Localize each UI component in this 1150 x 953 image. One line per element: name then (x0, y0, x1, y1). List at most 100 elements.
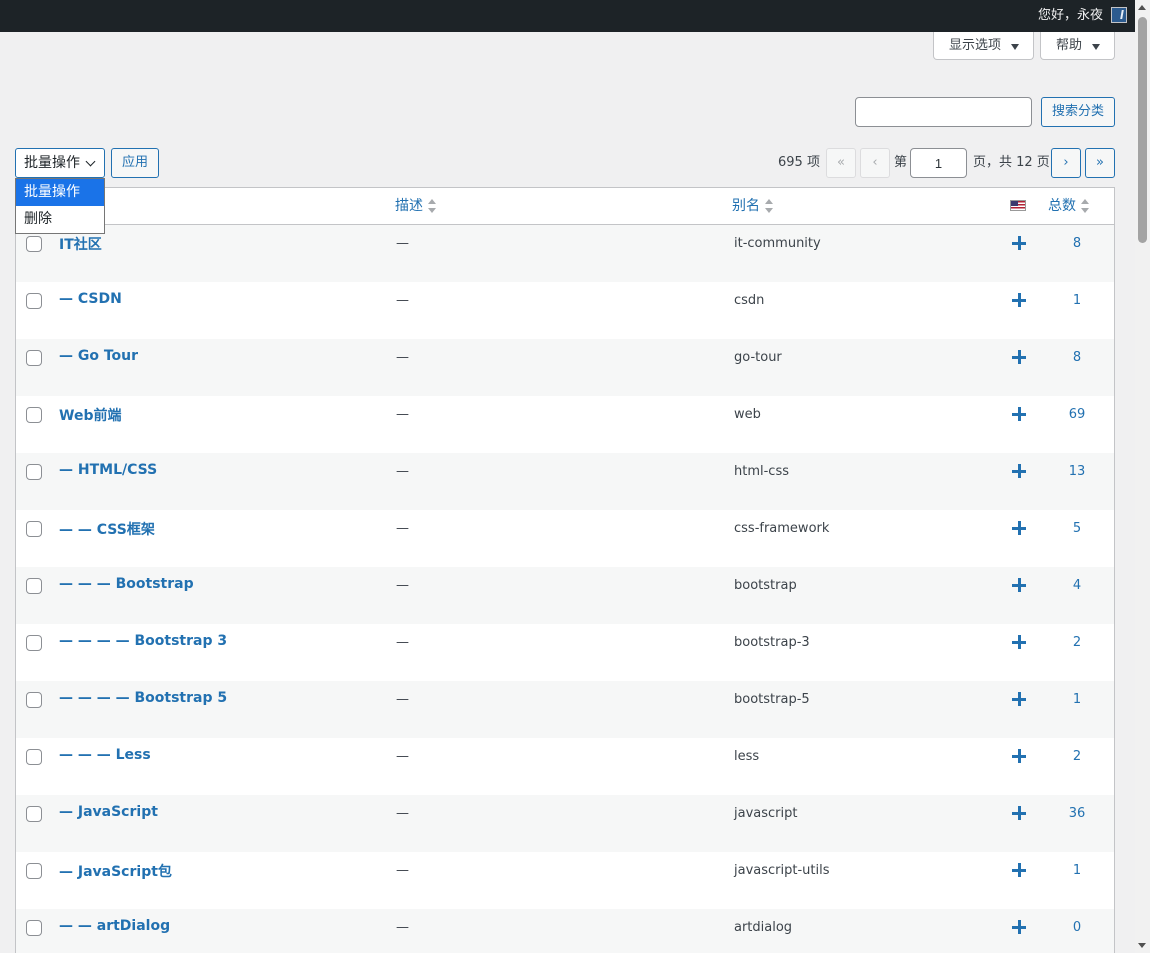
add-translation-icon[interactable] (1012, 293, 1026, 307)
table-row: — — artDialog — artdialog 0 (16, 909, 1114, 953)
category-name-link[interactable]: — — — Less (59, 747, 151, 763)
category-count-link[interactable]: 2 (1036, 749, 1114, 764)
scroll-up-arrow-icon[interactable] (1138, 5, 1146, 10)
column-description-label: 描述 (395, 198, 423, 214)
current-page-input[interactable] (910, 148, 967, 178)
help-button[interactable]: 帮助 (1040, 32, 1115, 60)
items-count: 695 项 (778, 155, 820, 170)
sort-arrows-icon (427, 199, 437, 213)
add-translation-icon[interactable] (1012, 407, 1026, 421)
row-checkbox[interactable] (26, 806, 42, 822)
table-header: 描述 别名 总数 (16, 188, 1114, 225)
table-row: — — — — Bootstrap 5 — bootstrap-5 1 (16, 681, 1114, 738)
row-checkbox[interactable] (26, 749, 42, 765)
category-slug: html-css (734, 464, 789, 479)
add-translation-icon[interactable] (1012, 863, 1026, 877)
category-name-link[interactable]: — HTML/CSS (59, 462, 157, 478)
apply-button[interactable]: 应用 (111, 148, 159, 178)
category-count-link[interactable]: 8 (1036, 236, 1114, 251)
category-count-link[interactable]: 5 (1036, 521, 1114, 536)
category-name-link[interactable]: — — — — Bootstrap 3 (59, 633, 227, 649)
category-slug: bootstrap-3 (734, 635, 810, 650)
row-checkbox[interactable] (26, 692, 42, 708)
category-count-link[interactable]: 1 (1036, 863, 1114, 878)
category-description: — (396, 749, 409, 764)
add-translation-icon[interactable] (1012, 350, 1026, 364)
category-description: — (396, 920, 409, 935)
add-translation-icon[interactable] (1012, 806, 1026, 820)
bulk-action-select[interactable]: 批量操作 (15, 148, 105, 178)
category-count-link[interactable]: 36 (1036, 806, 1114, 821)
category-slug: bootstrap (734, 578, 797, 593)
user-avatar-icon[interactable] (1111, 7, 1127, 23)
table-row: — JavaScript包 — javascript-utils 1 (16, 852, 1114, 909)
search-categories-button[interactable]: 搜索分类 (1041, 97, 1115, 127)
bulk-action-selected: 批量操作 (24, 155, 80, 171)
bulk-option-bulk-actions[interactable]: 批量操作 (16, 179, 104, 206)
next-page-button[interactable]: › (1051, 148, 1081, 178)
category-count-link[interactable]: 69 (1036, 407, 1114, 422)
row-checkbox[interactable] (26, 635, 42, 651)
add-translation-icon[interactable] (1012, 635, 1026, 649)
search-input[interactable] (855, 97, 1032, 127)
column-description-header[interactable]: 描述 (395, 188, 437, 224)
category-count-link[interactable]: 0 (1036, 920, 1114, 935)
category-name-link[interactable]: — — — — Bootstrap 5 (59, 690, 227, 706)
table-row: — JavaScript — javascript 36 (16, 795, 1114, 852)
category-description: — (396, 521, 409, 536)
row-checkbox[interactable] (26, 863, 42, 879)
user-greeting[interactable]: 您好，永夜 (1038, 8, 1103, 24)
add-translation-icon[interactable] (1012, 521, 1026, 535)
category-name-link[interactable]: — — CSS框架 (59, 519, 155, 539)
row-checkbox[interactable] (26, 293, 42, 309)
add-translation-icon[interactable] (1012, 749, 1026, 763)
row-checkbox[interactable] (26, 236, 42, 252)
category-name-link[interactable]: — — — Bootstrap (59, 576, 194, 592)
category-slug: bootstrap-5 (734, 692, 810, 707)
screen-options-button[interactable]: 显示选项 (933, 32, 1034, 60)
row-checkbox[interactable] (26, 464, 42, 480)
category-count-link[interactable]: 1 (1036, 692, 1114, 707)
category-count-link[interactable]: 1 (1036, 293, 1114, 308)
categories-table: 描述 别名 总数 IT社区 — it-community 8— CSDN — csdn 1—… (15, 187, 1115, 953)
category-name-link[interactable]: — — artDialog (59, 918, 170, 934)
row-checkbox[interactable] (26, 521, 42, 537)
scrollbar-thumb[interactable] (1138, 17, 1147, 243)
category-name-link[interactable]: Web前端 (59, 405, 121, 425)
help-label: 帮助 (1056, 38, 1083, 53)
first-page-button[interactable]: « (826, 148, 856, 178)
add-translation-icon[interactable] (1012, 692, 1026, 706)
row-checkbox[interactable] (26, 350, 42, 366)
category-name-link[interactable]: — JavaScript包 (59, 861, 172, 881)
page-scrollbar[interactable] (1135, 0, 1150, 953)
category-count-link[interactable]: 13 (1036, 464, 1114, 479)
bulk-option-delete[interactable]: 删除 (16, 206, 104, 233)
add-translation-icon[interactable] (1012, 920, 1026, 934)
category-name-link[interactable]: — JavaScript (59, 804, 158, 820)
table-body: IT社区 — it-community 8— CSDN — csdn 1— Go Tour —… (16, 225, 1114, 953)
category-count-link[interactable]: 4 (1036, 578, 1114, 593)
caret-down-icon (1011, 44, 1019, 50)
add-translation-icon[interactable] (1012, 578, 1026, 592)
category-count-link[interactable]: 8 (1036, 350, 1114, 365)
category-count-link[interactable]: 2 (1036, 635, 1114, 650)
category-slug: javascript (734, 806, 798, 821)
add-translation-icon[interactable] (1012, 464, 1026, 478)
table-row: Web前端 — web 69 (16, 396, 1114, 453)
category-name-link[interactable]: IT社区 (59, 234, 102, 254)
category-description: — (396, 350, 409, 365)
row-checkbox[interactable] (26, 578, 42, 594)
column-count-header[interactable]: 总数 (1048, 188, 1090, 224)
category-slug: go-tour (734, 350, 782, 365)
prev-page-button[interactable]: ‹ (860, 148, 890, 178)
column-slug-header[interactable]: 别名 (732, 188, 774, 224)
category-name-link[interactable]: — Go Tour (59, 348, 138, 364)
table-row: IT社区 — it-community 8 (16, 225, 1114, 282)
scroll-down-arrow-icon[interactable] (1138, 943, 1146, 948)
add-translation-icon[interactable] (1012, 236, 1026, 250)
category-slug: artdialog (734, 920, 793, 935)
category-name-link[interactable]: — CSDN (59, 291, 122, 307)
row-checkbox[interactable] (26, 407, 42, 423)
last-page-button[interactable]: » (1085, 148, 1115, 178)
row-checkbox[interactable] (26, 920, 42, 936)
